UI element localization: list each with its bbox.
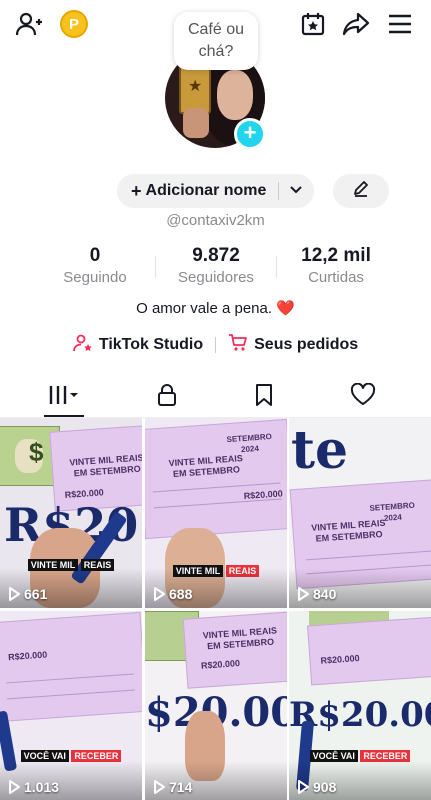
add-avatar-plus-icon[interactable]: + xyxy=(234,118,266,150)
stat-label: Seguidores xyxy=(178,269,254,286)
check-text: VINTE MIL REAIS EM SETEMBRO xyxy=(202,625,278,652)
stat-likes[interactable]: 12,2 mil Curtidas xyxy=(281,245,391,286)
profile-links: TikTok Studio Seus pedidos xyxy=(0,333,431,357)
video-grid: $ VINTE MIL REAIS EM SETEMBRO R$20.000 R… xyxy=(0,418,431,800)
heart-emoji: ❤️ xyxy=(276,300,295,317)
play-icon xyxy=(298,587,309,601)
play-icon xyxy=(298,780,309,794)
check-text: VINTE MIL REAIS EM SETEMBRO xyxy=(310,517,386,544)
add-name-label: Adicionar nome xyxy=(145,182,267,199)
stat-following[interactable]: 0 Seguindo xyxy=(40,245,150,286)
divider xyxy=(155,256,156,278)
stat-value: 9.872 xyxy=(192,245,240,266)
pencil-icon xyxy=(352,180,370,203)
videos-grid-icon xyxy=(47,384,81,411)
stat-label: Seguindo xyxy=(63,269,127,286)
play-icon xyxy=(154,780,165,794)
content-tabs xyxy=(0,376,431,418)
video-thumbnail[interactable]: R$20.000 VOCÊ VAI RECEBER 1.013 xyxy=(0,611,142,800)
view-count: 1.013 xyxy=(8,779,59,795)
add-friend-icon[interactable] xyxy=(14,9,44,39)
check-text: VINTE MIL REAIS EM SETEMBRO xyxy=(69,452,142,479)
tab-private[interactable] xyxy=(113,376,221,418)
video-thumbnail[interactable]: R$20.000 R$20.000 VOCÊ VAI RECEBER 908 xyxy=(289,611,431,800)
check-amount: R$20.000 xyxy=(200,658,241,671)
tab-videos[interactable] xyxy=(10,376,118,418)
video-thumbnail[interactable]: SETEMBRO 2024 VINTE MIL REAIS EM SETEMBR… xyxy=(145,418,287,608)
play-icon xyxy=(9,587,20,601)
cart-icon xyxy=(228,333,248,358)
bubble-line-1: Café ou xyxy=(187,21,245,38)
chevron-down-icon[interactable] xyxy=(289,182,303,200)
tab-liked[interactable] xyxy=(309,376,417,418)
view-count: 688 xyxy=(153,586,192,602)
stat-value: 12,2 mil xyxy=(301,245,371,266)
coin-icon[interactable]: P xyxy=(60,10,88,38)
plus-icon: + xyxy=(131,180,142,201)
bookmark-icon xyxy=(254,383,274,412)
view-count: 840 xyxy=(297,586,336,602)
studio-person-icon xyxy=(72,333,93,358)
active-tab-indicator xyxy=(44,415,84,417)
tab-saved[interactable] xyxy=(210,376,318,418)
stat-followers[interactable]: 9.872 Seguidores xyxy=(161,245,271,286)
check-text: VINTE MIL REAIS EM SETEMBRO xyxy=(168,453,244,479)
view-count: 714 xyxy=(153,779,192,795)
stat-value: 0 xyxy=(89,245,101,266)
check-amount: R$20.000 xyxy=(320,653,360,666)
divider xyxy=(276,256,277,278)
stat-label: Curtidas xyxy=(308,269,364,286)
view-count: 908 xyxy=(297,779,336,795)
divider xyxy=(278,182,280,200)
video-caption: VOCÊ VAI RECEBER xyxy=(289,750,431,762)
video-thumbnail[interactable]: VINTE MIL REAIS EM SETEMBRO R$20.000 $20… xyxy=(145,611,287,800)
bubble-line-2: chá? xyxy=(198,43,234,60)
video-thumbnail[interactable]: $ VINTE MIL REAIS EM SETEMBRO R$20.000 R… xyxy=(0,418,142,608)
calendar-star-icon[interactable] xyxy=(298,9,328,39)
share-icon[interactable] xyxy=(341,9,371,39)
orders-label: Seus pedidos xyxy=(254,336,359,353)
bio: O amor vale a pena. ❤️ xyxy=(0,299,431,317)
check-amount: R$20.000 xyxy=(7,649,48,663)
view-count: 661 xyxy=(8,586,47,602)
tiktok-studio-link[interactable]: TikTok Studio xyxy=(72,333,204,358)
status-bubble[interactable]: Café ou chá? xyxy=(174,12,258,70)
check-amount: R$20.000 xyxy=(243,488,284,502)
video-thumbnail[interactable]: te 20 SETEMBRO 2024 VINTE MIL REAIS EM S… xyxy=(289,418,431,608)
bio-text: O amor vale a pena. xyxy=(136,300,273,317)
tiktok-studio-label: TikTok Studio xyxy=(98,336,204,353)
heart-icon xyxy=(350,382,376,412)
username-handle: @contaxiv2km xyxy=(166,212,265,229)
edit-profile-button[interactable] xyxy=(333,174,389,208)
add-name-button[interactable]: + Adicionar nome xyxy=(117,174,314,208)
play-icon xyxy=(154,587,165,601)
divider xyxy=(215,337,217,353)
orders-link[interactable]: Seus pedidos xyxy=(228,333,358,358)
stats-row: 0 Seguindo 9.872 Seguidores 12,2 mil Cur… xyxy=(0,245,431,291)
menu-icon[interactable] xyxy=(385,9,415,39)
play-icon xyxy=(9,780,20,794)
video-caption: VOCÊ VAI RECEBER xyxy=(0,750,142,762)
lock-icon xyxy=(156,383,178,412)
